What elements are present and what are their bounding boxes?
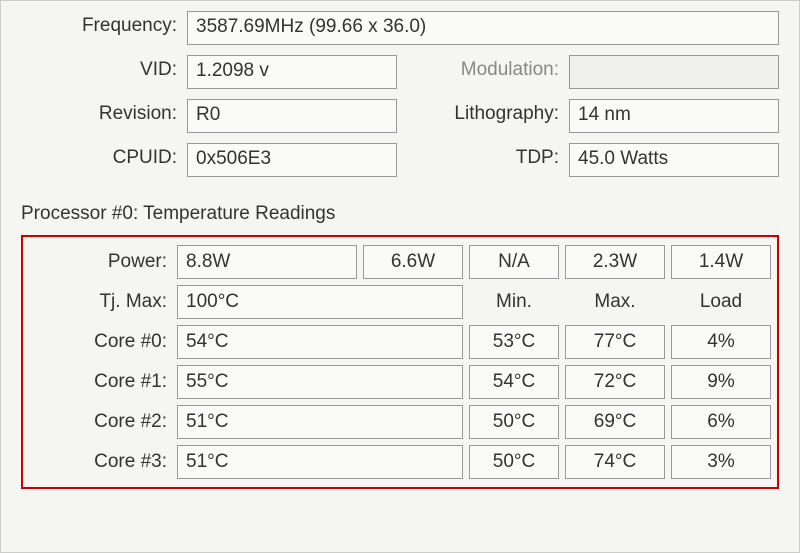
cpuid-value: 0x506E3 bbox=[187, 143, 397, 177]
processor-info-grid: Frequency: 3587.69MHz (99.66 x 36.0) VID… bbox=[21, 11, 779, 177]
tjmax-label: Tj. Max: bbox=[31, 287, 171, 317]
lithography-value: 14 nm bbox=[569, 99, 779, 133]
tdp-value: 45.0 Watts bbox=[569, 143, 779, 177]
col-header-load: Load bbox=[671, 289, 771, 315]
revision-label: Revision: bbox=[21, 99, 181, 133]
modulation-value bbox=[569, 55, 779, 89]
core3-load: 3% bbox=[671, 445, 771, 479]
power-value-3: 2.3W bbox=[565, 245, 665, 279]
power-value-0: 8.8W bbox=[177, 245, 357, 279]
core2-load: 6% bbox=[671, 405, 771, 439]
power-value-1: 6.6W bbox=[363, 245, 463, 279]
col-header-max: Max. bbox=[565, 289, 665, 315]
vid-label: VID: bbox=[21, 55, 181, 89]
core3-cur: 51°C bbox=[177, 445, 463, 479]
lithography-label: Lithography: bbox=[403, 99, 563, 133]
tjmax-value: 100°C bbox=[177, 285, 463, 319]
core0-load: 4% bbox=[671, 325, 771, 359]
temperature-table: Power: 8.8W 6.6W N/A 2.3W 1.4W Tj. Max: … bbox=[31, 245, 769, 479]
power-value-4: 1.4W bbox=[671, 245, 771, 279]
core0-min: 53°C bbox=[469, 325, 559, 359]
revision-value: R0 bbox=[187, 99, 397, 133]
core1-min: 54°C bbox=[469, 365, 559, 399]
core2-cur: 51°C bbox=[177, 405, 463, 439]
col-header-min: Min. bbox=[469, 289, 559, 315]
temperature-readings-box: Power: 8.8W 6.6W N/A 2.3W 1.4W Tj. Max: … bbox=[21, 235, 779, 489]
cpuid-label: CPUID: bbox=[21, 143, 181, 177]
core1-max: 72°C bbox=[565, 365, 665, 399]
core1-cur: 55°C bbox=[177, 365, 463, 399]
core3-max: 74°C bbox=[565, 445, 665, 479]
tdp-label: TDP: bbox=[403, 143, 563, 177]
core3-label: Core #3: bbox=[31, 447, 171, 477]
core0-max: 77°C bbox=[565, 325, 665, 359]
temperature-group-title: Processor #0: Temperature Readings bbox=[21, 195, 779, 235]
core1-load: 9% bbox=[671, 365, 771, 399]
modulation-label: Modulation: bbox=[403, 55, 563, 89]
core0-label: Core #0: bbox=[31, 327, 171, 357]
frequency-value: 3587.69MHz (99.66 x 36.0) bbox=[187, 11, 779, 45]
frequency-label: Frequency: bbox=[21, 11, 181, 45]
core2-max: 69°C bbox=[565, 405, 665, 439]
core3-min: 50°C bbox=[469, 445, 559, 479]
power-label: Power: bbox=[31, 247, 171, 277]
core2-min: 50°C bbox=[469, 405, 559, 439]
vid-value: 1.2098 v bbox=[187, 55, 397, 89]
core1-label: Core #1: bbox=[31, 367, 171, 397]
core0-cur: 54°C bbox=[177, 325, 463, 359]
core2-label: Core #2: bbox=[31, 407, 171, 437]
power-value-2: N/A bbox=[469, 245, 559, 279]
